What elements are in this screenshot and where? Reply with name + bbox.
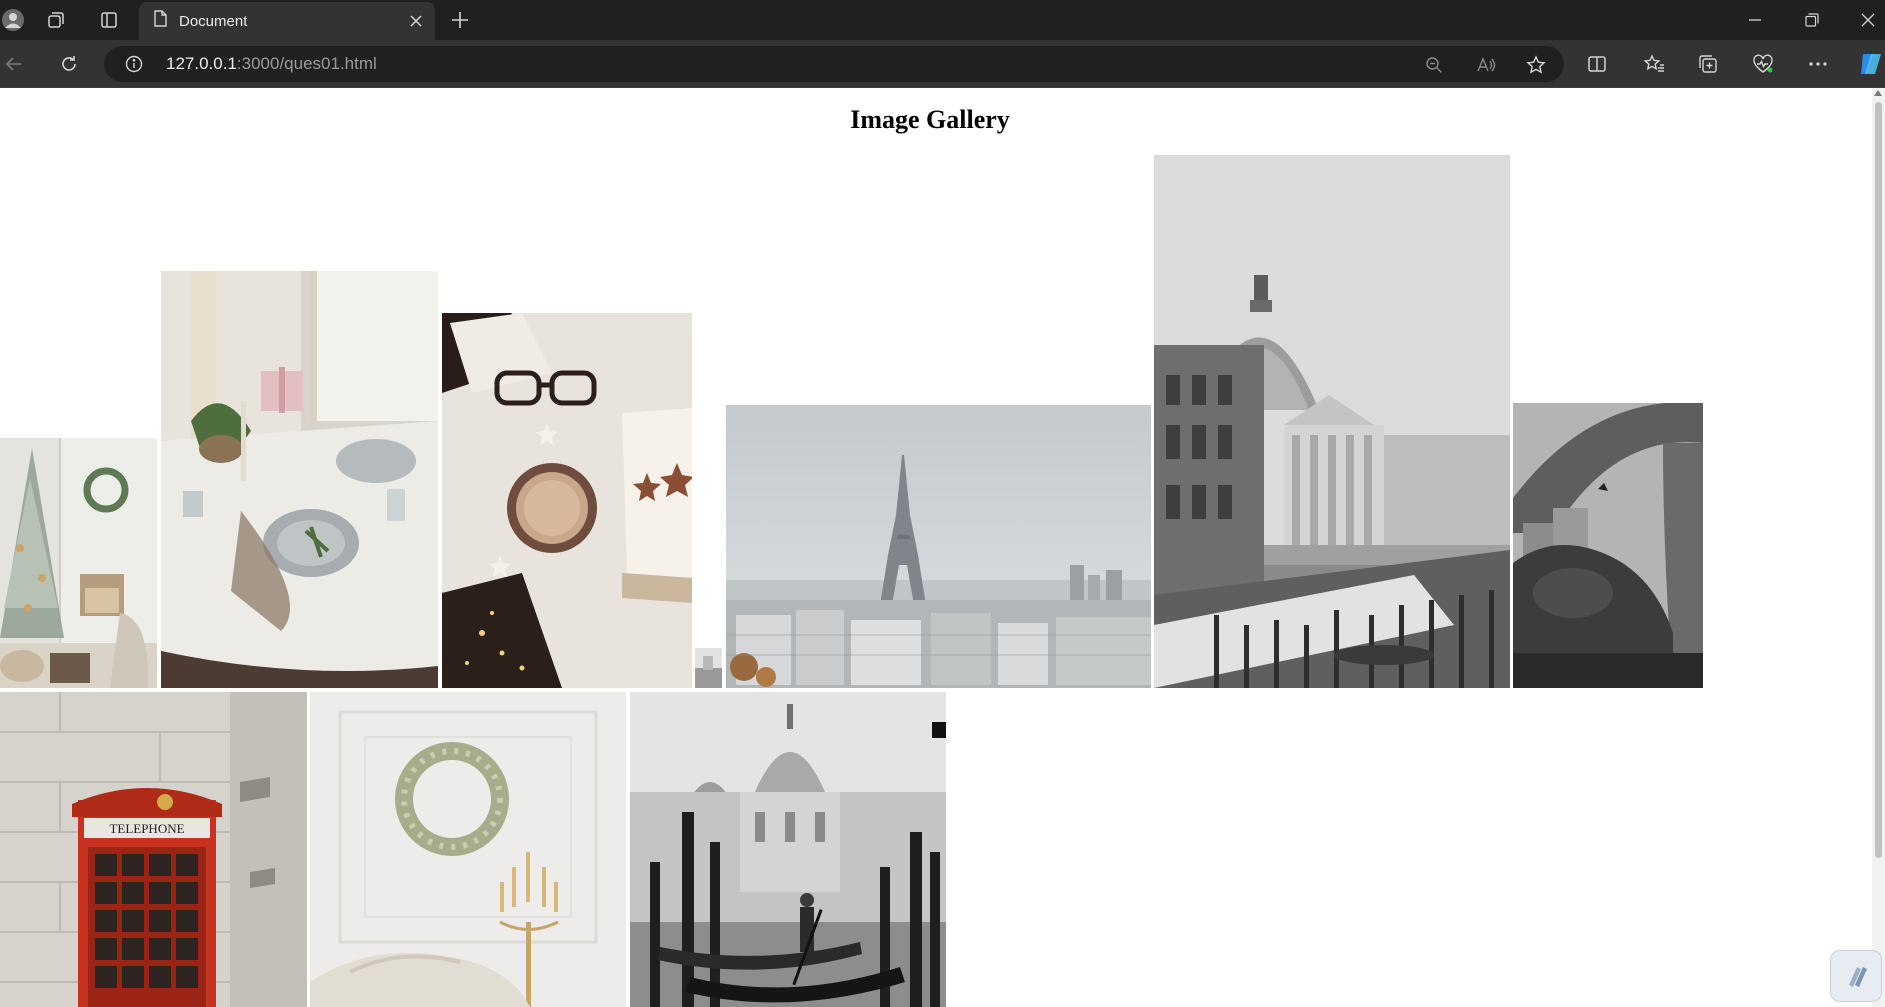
- assistant-icon: [1849, 967, 1867, 987]
- new-tab-icon[interactable]: [446, 6, 474, 34]
- gallery-image-arch-bridge: [1513, 403, 1703, 688]
- favorites-icon[interactable]: [1640, 50, 1668, 78]
- back-icon[interactable]: [0, 50, 28, 78]
- tab-title: Document: [179, 12, 248, 30]
- gallery-image-telephone-box: TELEPHONE: [0, 692, 307, 1007]
- zoom-out-icon[interactable]: [1422, 53, 1446, 77]
- workspaces-icon[interactable]: [42, 6, 70, 34]
- url-path: :3000/ques01.html: [236, 54, 377, 73]
- scroll-up-arrow-icon[interactable]: [1874, 90, 1882, 96]
- gallery-image-paris: [726, 405, 1151, 688]
- favorite-star-icon[interactable]: [1524, 53, 1548, 77]
- document-icon: [153, 10, 167, 32]
- gallery-image-thumbnail: [695, 648, 722, 688]
- refresh-icon[interactable]: [55, 50, 83, 78]
- page-viewport: Image Gallery TELEPHONE: [0, 88, 1872, 1007]
- gallery-image-coffee-glasses: [442, 313, 692, 688]
- browser-essentials-icon[interactable]: [1749, 50, 1777, 78]
- tab-strip: Document: [0, 0, 1885, 40]
- close-window-icon[interactable]: [1853, 6, 1883, 34]
- page-scrollbar[interactable]: [1872, 88, 1885, 1007]
- active-tab[interactable]: Document: [139, 2, 435, 40]
- gallery-image-venice-gondolas: [630, 692, 946, 1007]
- telephone-sign: TELEPHONE: [109, 821, 184, 836]
- tab-actions-icon[interactable]: [95, 6, 123, 34]
- profile-avatar-icon[interactable]: [0, 6, 26, 34]
- url-text: 127.0.0.1:3000/ques01.html: [166, 54, 377, 74]
- floating-assistant-button[interactable]: [1830, 950, 1882, 1002]
- gallery-image-venice-church: [1154, 155, 1510, 688]
- toolbar: 127.0.0.1:3000/ques01.html: [0, 40, 1885, 88]
- more-menu-icon[interactable]: [1804, 50, 1832, 78]
- read-aloud-icon[interactable]: [1474, 53, 1498, 77]
- gallery-image-table-setting: [161, 271, 438, 688]
- page-title: Image Gallery: [850, 105, 1010, 134]
- address-bar[interactable]: 127.0.0.1:3000/ques01.html: [104, 46, 1564, 82]
- collections-icon[interactable]: [1694, 50, 1722, 78]
- url-host: 127.0.0.1: [166, 54, 237, 73]
- copilot-icon[interactable]: [1856, 48, 1885, 80]
- minimize-icon[interactable]: [1740, 6, 1770, 34]
- gallery-image-wreath: [310, 692, 626, 1007]
- close-tab-icon[interactable]: [401, 6, 431, 36]
- split-screen-icon[interactable]: [1583, 50, 1611, 78]
- scrollbar-thumb[interactable]: [1875, 102, 1882, 858]
- site-info-icon[interactable]: [124, 54, 144, 74]
- gallery-image-christmas-tree: [0, 438, 157, 688]
- restore-icon[interactable]: [1797, 6, 1827, 34]
